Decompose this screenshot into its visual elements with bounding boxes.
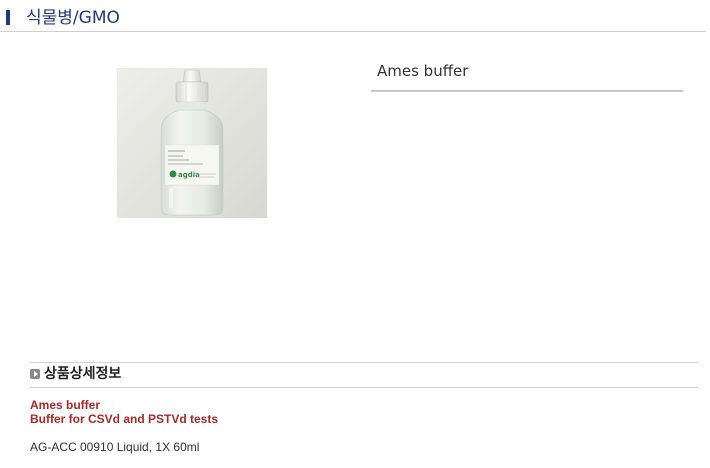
product-name: Ames buffer [377,62,469,80]
product-image: agdia [117,68,267,218]
details-top-divider [30,362,698,363]
details-highlight-name: Ames buffer [30,398,101,412]
bottle-image: agdia [117,68,267,218]
arrow-bullet-icon [30,369,40,379]
product-page: 식물병/GMO agdia Ames buffer 상품상세정보 Ames bu… [0,0,710,468]
category-header: 식물병/GMO [0,0,706,32]
details-section-title: 상품상세정보 [44,366,122,382]
category-title: 식물병/GMO [26,8,120,28]
bottle-logo-text: agdia [178,171,200,179]
details-bottom-divider [30,387,698,388]
details-spec: AG-ACC 00910 Liquid, 1X 60ml [30,440,200,454]
details-highlight-description: Buffer for CSVd and PSTVd tests [30,412,219,426]
product-name-divider [371,90,683,92]
header-marker-bar [6,10,10,25]
